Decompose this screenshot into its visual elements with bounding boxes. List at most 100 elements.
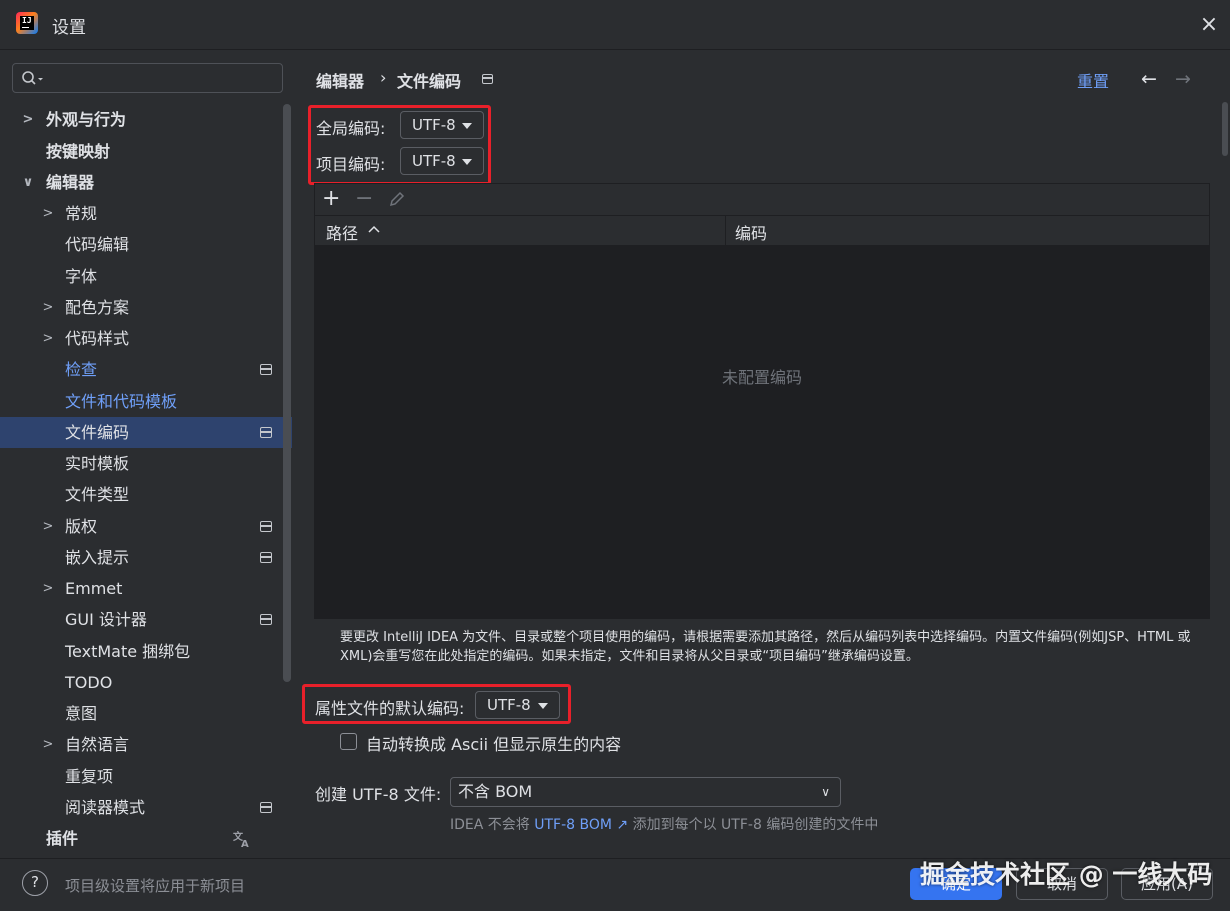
breadcrumb-separator: › bbox=[380, 68, 387, 87]
sidebar-item-label: 实时模板 bbox=[65, 454, 130, 473]
bom-value: 不含 BOM bbox=[458, 782, 533, 801]
sidebar-item-label: 插件 bbox=[46, 829, 79, 848]
properties-encoding-value: UTF-8 bbox=[487, 696, 531, 714]
sidebar-item-inspections[interactable]: 检查 bbox=[0, 354, 285, 385]
sidebar-item-code-editing[interactable]: 代码编辑 bbox=[0, 229, 285, 260]
sidebar-item-label: 自然语言 bbox=[65, 735, 130, 754]
sidebar-item-gui-designer[interactable]: GUI 设计器 bbox=[0, 604, 285, 635]
sidebar-item-plugins[interactable]: 插件 文 A bbox=[0, 823, 285, 854]
project-scope-icon bbox=[260, 614, 272, 625]
properties-encoding-select[interactable]: UTF-8 bbox=[475, 691, 560, 719]
sidebar-item-natural-languages[interactable]: > 自然语言 bbox=[0, 729, 285, 760]
project-encoding-label: 项目编码: bbox=[316, 155, 386, 174]
sidebar-item-editor[interactable]: ∨ 编辑器 bbox=[0, 167, 285, 198]
content-scrollbar[interactable] bbox=[1222, 102, 1228, 156]
intellij-logo-icon: IJ bbox=[16, 12, 38, 34]
search-input[interactable] bbox=[12, 63, 283, 93]
column-header-path[interactable]: 路径 bbox=[326, 220, 358, 244]
sidebar-item-textmate[interactable]: TextMate 捆绑包 bbox=[0, 636, 285, 667]
sidebar-item-duplicates[interactable]: 重复项 bbox=[0, 761, 285, 792]
project-scope-icon bbox=[260, 802, 272, 813]
sidebar-item-label: 代码样式 bbox=[65, 329, 130, 348]
title-bar bbox=[0, 0, 1230, 50]
project-scope-icon bbox=[260, 552, 272, 563]
help-icon[interactable]: ? bbox=[22, 870, 48, 896]
global-encoding-label: 全局编码: bbox=[316, 119, 386, 138]
sidebar-item-label: Emmet bbox=[65, 579, 123, 598]
sidebar-item-keymap[interactable]: 按键映射 bbox=[0, 136, 285, 167]
sidebar-item-reader-mode[interactable]: 阅读器模式 bbox=[0, 792, 285, 823]
sidebar-item-file-encodings[interactable]: 文件编码 bbox=[0, 417, 292, 448]
sidebar-item-file-types[interactable]: 文件类型 bbox=[0, 479, 285, 510]
chevron-right-icon: > bbox=[42, 581, 54, 596]
page-title: 文件编码 bbox=[397, 72, 462, 91]
sidebar-item-font[interactable]: 字体 bbox=[0, 261, 285, 292]
chevron-down-icon: ∨ bbox=[821, 785, 830, 799]
sidebar-item-label: 配色方案 bbox=[65, 298, 130, 317]
dropdown-arrow-icon bbox=[462, 123, 472, 129]
project-scope-icon bbox=[482, 74, 493, 84]
bom-hint: IDEA 不会将 UTF-8 BOM ↗ 添加到每个以 UTF-8 编码创建的文… bbox=[450, 814, 878, 834]
chevron-right-icon: > bbox=[42, 300, 54, 315]
sidebar-item-color-scheme[interactable]: > 配色方案 bbox=[0, 292, 285, 323]
project-encoding-value: UTF-8 bbox=[412, 152, 456, 170]
properties-encoding-label: 属性文件的默认编码: bbox=[315, 699, 465, 718]
column-divider[interactable] bbox=[725, 216, 726, 245]
watermark: 掘金技术社区 @ 一线大码 bbox=[920, 860, 1213, 889]
edit-icon[interactable] bbox=[388, 190, 406, 208]
reset-link[interactable]: 重置 bbox=[1077, 68, 1109, 92]
project-scope-icon bbox=[260, 521, 272, 532]
empty-table-text: 未配置编码 bbox=[722, 368, 803, 387]
sidebar-item-label: 版权 bbox=[65, 517, 98, 536]
sidebar-item-appearance[interactable]: > 外观与行为 bbox=[0, 104, 285, 135]
sidebar-item-inlay-hints[interactable]: 嵌入提示 bbox=[0, 542, 285, 573]
sidebar-item-label: 代码编辑 bbox=[65, 235, 130, 254]
sidebar-item-todo[interactable]: TODO bbox=[0, 667, 285, 698]
sidebar-item-label: 外观与行为 bbox=[46, 110, 127, 129]
add-icon[interactable]: + bbox=[322, 186, 340, 211]
dropdown-arrow-icon bbox=[462, 159, 472, 165]
bom-hint-prefix: IDEA 不会将 bbox=[450, 817, 530, 833]
sidebar-item-label: 编辑器 bbox=[46, 173, 95, 192]
search-icon bbox=[22, 71, 43, 85]
sidebar-item-label: 意图 bbox=[65, 704, 98, 723]
sidebar-item-intentions[interactable]: 意图 bbox=[0, 698, 285, 729]
sidebar-item-label: TextMate 捆绑包 bbox=[65, 642, 191, 661]
breadcrumb-section[interactable]: 编辑器 bbox=[316, 68, 364, 92]
sidebar-item-copyright[interactable]: > 版权 bbox=[0, 511, 285, 542]
bom-select[interactable]: 不含 BOM ∨ bbox=[450, 777, 841, 807]
back-arrow-icon[interactable]: ← bbox=[1141, 68, 1157, 90]
sidebar-item-general[interactable]: > 常规 bbox=[0, 198, 285, 229]
remove-icon[interactable]: − bbox=[355, 186, 373, 211]
sidebar-item-label: TODO bbox=[65, 673, 113, 692]
sidebar-item-label: 常规 bbox=[65, 204, 98, 223]
chevron-right-icon: > bbox=[42, 737, 54, 752]
sidebar-item-label: GUI 设计器 bbox=[65, 610, 147, 629]
native-to-ascii-label[interactable]: 自动转换成 Ascii 但显示原生的内容 bbox=[366, 731, 621, 755]
global-encoding-select[interactable]: UTF-8 bbox=[400, 111, 484, 139]
sidebar-scrollbar[interactable] bbox=[283, 104, 291, 682]
sidebar-item-label: 文件编码 bbox=[65, 423, 130, 442]
chevron-right-icon: > bbox=[42, 206, 54, 221]
sidebar-item-emmet[interactable]: > Emmet bbox=[0, 573, 285, 604]
sidebar-item-code-style[interactable]: > 代码样式 bbox=[0, 323, 285, 354]
forward-arrow-icon[interactable]: → bbox=[1175, 68, 1191, 90]
sidebar-item-live-templates[interactable]: 实时模板 bbox=[0, 448, 285, 479]
global-encoding-value: UTF-8 bbox=[412, 116, 456, 134]
sidebar-item-file-templates[interactable]: 文件和代码模板 bbox=[0, 386, 285, 417]
chevron-right-icon: > bbox=[22, 112, 34, 127]
project-encoding-select[interactable]: UTF-8 bbox=[400, 147, 484, 175]
sidebar-item-label: 文件和代码模板 bbox=[65, 392, 178, 411]
sidebar-item-label: 重复项 bbox=[65, 767, 114, 786]
chevron-right-icon: > bbox=[42, 331, 54, 346]
table-body[interactable] bbox=[315, 246, 1209, 618]
project-scope-icon bbox=[260, 427, 272, 438]
native-to-ascii-checkbox[interactable] bbox=[340, 733, 357, 750]
column-header-encoding[interactable]: 编码 bbox=[735, 220, 767, 244]
sidebar-item-label: 嵌入提示 bbox=[65, 548, 130, 567]
close-button[interactable]: × bbox=[1196, 12, 1222, 38]
bom-help-link[interactable]: UTF-8 BOM ↗ bbox=[534, 817, 628, 833]
window-title: 设置 bbox=[52, 18, 86, 38]
footer-note: 项目级设置将应用于新项目 bbox=[65, 877, 246, 895]
dropdown-arrow-icon bbox=[538, 703, 548, 709]
